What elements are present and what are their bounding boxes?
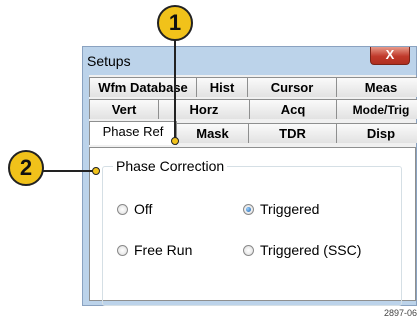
phase-correction-group: Phase Correction Off Triggered Free Run …	[102, 158, 402, 306]
phase-ref-pane: Phase Correction Off Triggered Free Run …	[89, 147, 416, 306]
tab-vert[interactable]: Vert	[89, 99, 159, 119]
group-legend: Phase Correction	[113, 158, 228, 174]
callout-2: 2	[8, 150, 44, 186]
radio-off-label: Off	[134, 201, 153, 217]
tab-mode-trig[interactable]: Mode/Trig	[336, 99, 417, 119]
radio-free-run-indicator	[117, 244, 128, 256]
tab-meas[interactable]: Meas	[336, 77, 417, 97]
close-icon: X	[385, 47, 395, 62]
callout-2-marker	[92, 167, 100, 175]
tab-row-2: Vert Horz Acq Mode/Trig	[89, 99, 417, 121]
radio-free-run-label: Free Run	[134, 242, 193, 258]
radio-triggered-label: Triggered	[260, 201, 320, 217]
radio-off-indicator	[117, 203, 128, 215]
radio-free-run[interactable]: Free Run	[117, 242, 192, 258]
dialog-body: Wfm Database Hist Cursor Meas Vert Horz …	[89, 75, 417, 306]
tab-row-3: Phase Ref Mask TDR Disp	[89, 121, 417, 145]
radio-triggered[interactable]: Triggered	[243, 201, 319, 217]
tab-cursor[interactable]: Cursor	[247, 77, 337, 97]
callout-2-leader	[43, 170, 95, 172]
radio-off[interactable]: Off	[117, 201, 152, 217]
tab-hist[interactable]: Hist	[196, 77, 248, 97]
radio-triggered-ssc[interactable]: Triggered (SSC)	[243, 242, 361, 258]
callout-1-leader	[174, 40, 176, 141]
tab-row-1: Wfm Database Hist Cursor Meas	[89, 77, 417, 99]
tab-acq[interactable]: Acq	[249, 99, 337, 119]
title-bar[interactable]: Setups X	[83, 47, 416, 73]
figure-id: 2897-06	[383, 308, 417, 318]
tab-horz[interactable]: Horz	[158, 99, 250, 119]
tab-wfm-database[interactable]: Wfm Database	[89, 77, 197, 97]
radio-triggered-ssc-label: Triggered (SSC)	[260, 242, 362, 258]
setups-window: Setups X Wfm Database Hist Cursor Meas V…	[82, 46, 417, 306]
close-button[interactable]: X	[370, 47, 410, 65]
window-title: Setups	[87, 53, 131, 69]
callout-1: 1	[157, 5, 193, 41]
tab-mask[interactable]: Mask	[176, 123, 249, 143]
tab-phase-ref[interactable]: Phase Ref	[89, 121, 177, 145]
tab-disp[interactable]: Disp	[336, 123, 417, 143]
callout-1-marker	[171, 137, 179, 145]
radio-triggered-indicator	[243, 203, 254, 215]
radio-triggered-ssc-indicator	[243, 244, 254, 256]
tab-tdr[interactable]: TDR	[248, 123, 337, 143]
